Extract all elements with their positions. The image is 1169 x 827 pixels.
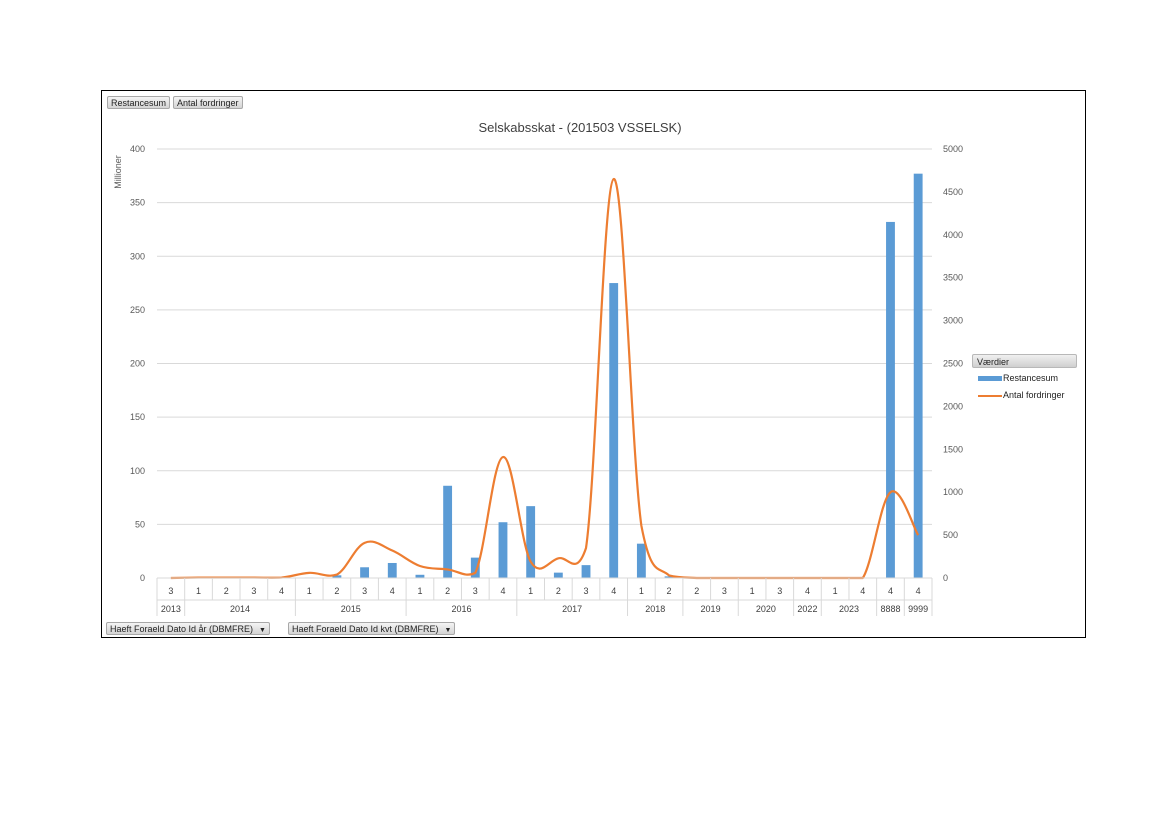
legend-label-restancesum: Restancesum [1003, 373, 1059, 383]
x-tick-label-quarter: 3 [584, 586, 589, 596]
y-tick-label: 400 [130, 144, 145, 154]
x-tick-label-quarter: 4 [916, 586, 921, 596]
y2-tick-label: 3000 [943, 316, 963, 326]
x-tick-label-year: 2015 [341, 604, 361, 614]
x-tick-label-year: 2014 [230, 604, 250, 614]
x-tick-label-quarter: 2 [694, 586, 699, 596]
y2-tick-label: 1500 [943, 444, 963, 454]
x-tick-label-quarter: 4 [860, 586, 865, 596]
x-tick-label-quarter: 3 [777, 586, 782, 596]
bar-restancesum [553, 572, 563, 578]
x-tick-label-quarter: 2 [667, 586, 672, 596]
y-tick-label: 50 [135, 519, 145, 529]
x-tick-label-quarter: 2 [445, 586, 450, 596]
y2-tick-label: 3500 [943, 273, 963, 283]
x-tick-label-quarter: 4 [279, 586, 284, 596]
x-tick-label-quarter: 3 [362, 586, 367, 596]
legend-bar-swatch [978, 376, 1002, 382]
x-tick-label-quarter: 4 [500, 586, 505, 596]
y-tick-label: 200 [130, 359, 145, 369]
y-tick-label: 100 [130, 466, 145, 476]
x-tick-label-quarter: 2 [556, 586, 561, 596]
x-tick-label-year: 2020 [756, 604, 776, 614]
y2-tick-label: 4000 [943, 230, 963, 240]
x-tick-label-year: 2017 [562, 604, 582, 614]
y-tick-label: 150 [130, 412, 145, 422]
x-tick-label-quarter: 2 [334, 586, 339, 596]
x-tick-label-year: 8888 [880, 604, 900, 614]
bar-restancesum [886, 221, 895, 578]
y-axis-title: Millioner [113, 155, 123, 189]
x-tick-label-year: 9999 [908, 604, 928, 614]
x-tick-label-year: 2018 [645, 604, 665, 614]
x-tick-label-quarter: 3 [722, 586, 727, 596]
x-tick-label-quarter: 3 [473, 586, 478, 596]
x-tick-label-quarter: 4 [390, 586, 395, 596]
y-tick-label: 0 [140, 573, 145, 583]
x-tick-label-quarter: 1 [196, 586, 201, 596]
x-tick-label-year: 2022 [797, 604, 817, 614]
bar-restancesum [913, 173, 923, 579]
bar-restancesum [636, 543, 646, 578]
legend-label-antal-fordringer: Antal fordringer [1003, 390, 1065, 400]
legend-item-antal-fordringer: Antal fordringer [978, 389, 1065, 401]
x-tick-label-quarter: 1 [833, 586, 838, 596]
y2-tick-label: 4500 [943, 187, 963, 197]
x-tick-label-quarter: 1 [528, 586, 533, 596]
y2-tick-label: 1000 [943, 487, 963, 497]
legend-title: Værdier [972, 354, 1077, 368]
bar-restancesum [387, 562, 397, 578]
x-tick-label-quarter: 1 [750, 586, 755, 596]
x-tick-label-quarter: 1 [639, 586, 644, 596]
y-tick-label: 350 [130, 198, 145, 208]
y2-tick-label: 2000 [943, 401, 963, 411]
y-tick-label: 300 [130, 251, 145, 261]
bar-restancesum [360, 567, 370, 578]
bar-restancesum [581, 565, 591, 578]
x-tick-label-quarter: 2 [224, 586, 229, 596]
bar-restancesum [609, 283, 619, 578]
chart-title: Selskabsskat - (201503 VSSELSK) [478, 120, 681, 135]
x-tick-label-quarter: 4 [611, 586, 616, 596]
bar-restancesum [498, 522, 508, 578]
y2-tick-label: 0 [943, 573, 948, 583]
x-tick-label-year: 2019 [701, 604, 721, 614]
x-tick-label-quarter: 1 [417, 586, 422, 596]
x-tick-label-year: 2013 [161, 604, 181, 614]
x-tick-label-year: 2023 [839, 604, 859, 614]
x-tick-label-quarter: 4 [805, 586, 810, 596]
bar-restancesum [443, 485, 453, 578]
y-tick-label: 250 [130, 305, 145, 315]
y2-tick-label: 500 [943, 530, 958, 540]
x-tick-label-quarter: 4 [888, 586, 893, 596]
legend-line-swatch [978, 394, 1002, 397]
y2-tick-label: 2500 [943, 359, 963, 369]
x-tick-label-quarter: 1 [307, 586, 312, 596]
x-tick-label-year: 2016 [451, 604, 471, 614]
x-tick-label-quarter: 3 [168, 586, 173, 596]
x-tick-label-quarter: 3 [251, 586, 256, 596]
legend-item-restancesum: Restancesum [978, 372, 1058, 384]
y2-tick-label: 5000 [943, 144, 963, 154]
line-antal-fordringer [170, 177, 920, 580]
chart-plot: Selskabsskat - (201503 VSSELSK)050100150… [113, 120, 963, 616]
